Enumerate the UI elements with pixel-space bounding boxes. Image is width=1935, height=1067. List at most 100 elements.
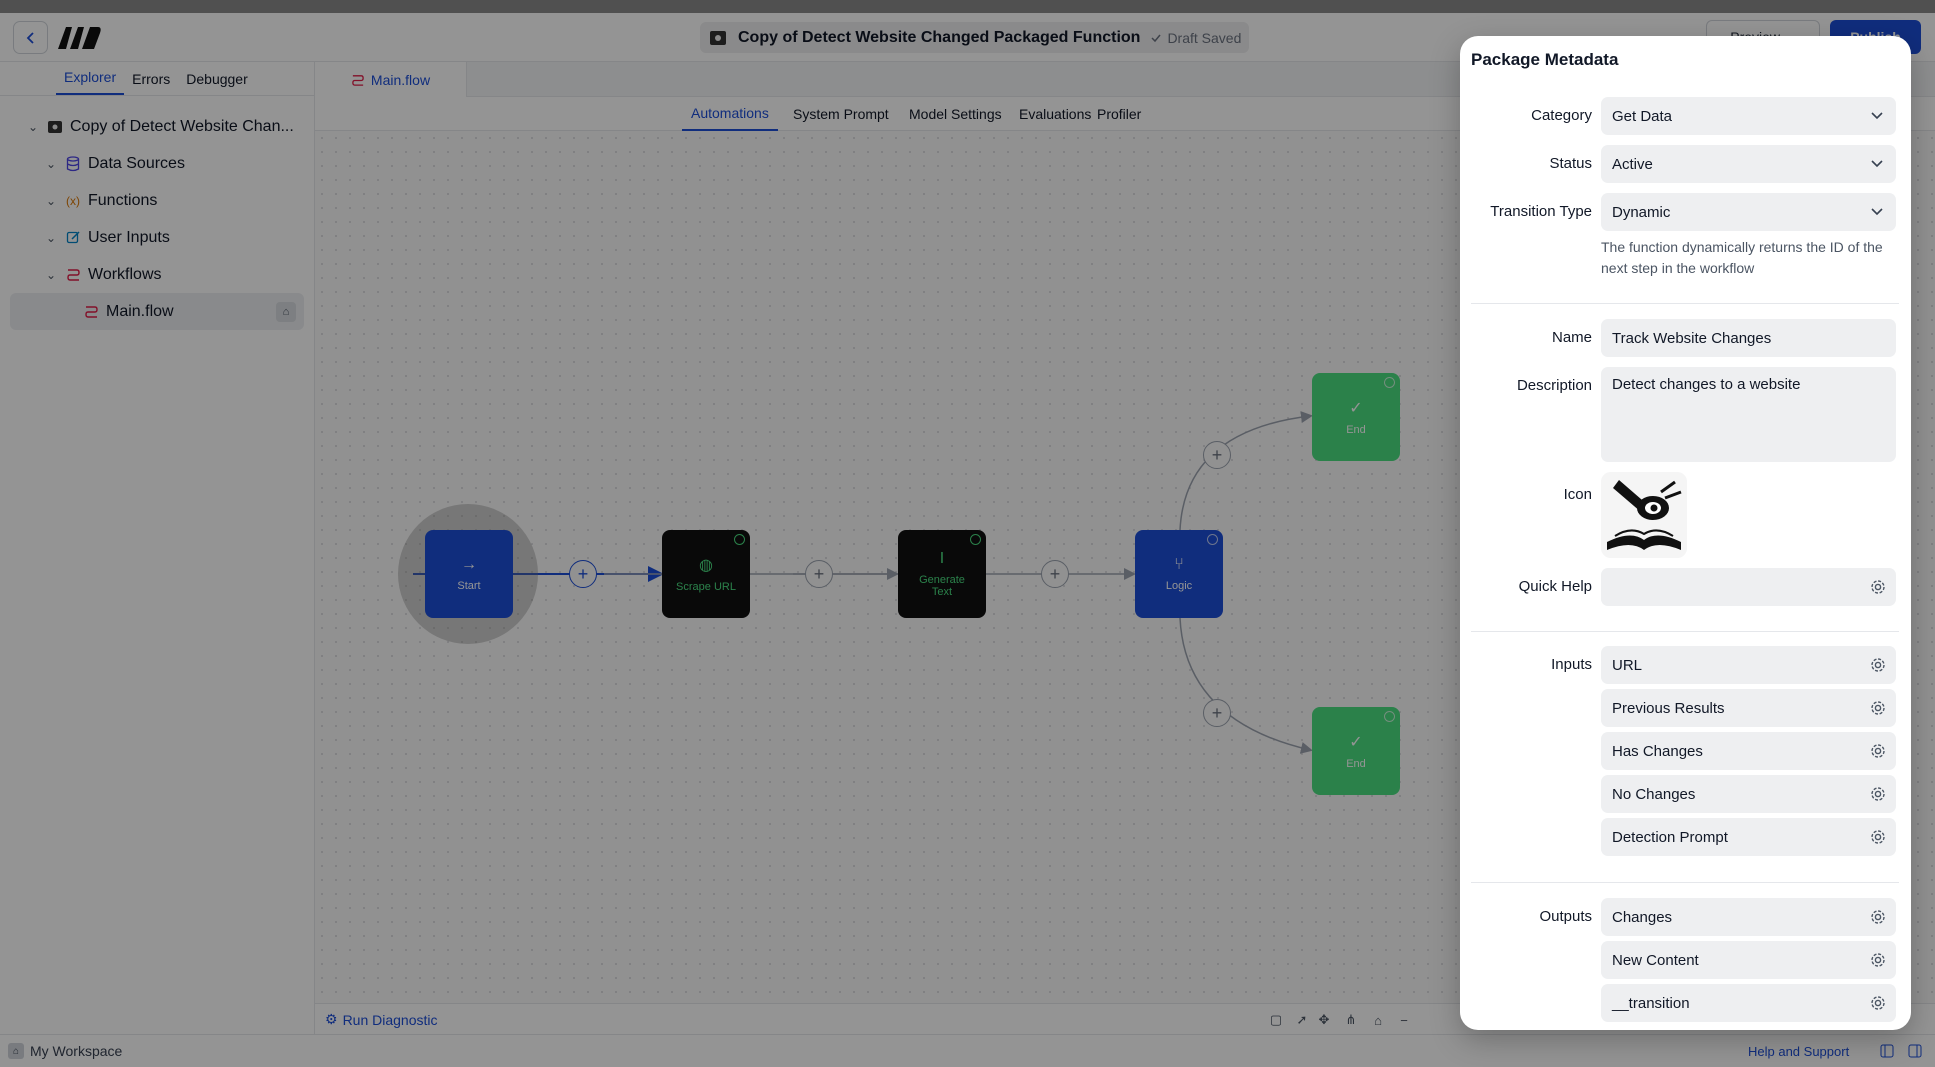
node-status-icon <box>1207 534 1218 545</box>
move-icon[interactable]: ✥ <box>1315 1011 1333 1029</box>
chevron-down-icon[interactable]: ⌄ <box>26 120 40 134</box>
gear-icon: ⚙ <box>325 1011 338 1027</box>
input-item-label: URL <box>1612 656 1643 674</box>
category-value: Get Data <box>1612 107 1673 125</box>
node-logic[interactable]: ⑂ Logic <box>1135 530 1223 618</box>
gear-icon[interactable] <box>1869 994 1887 1012</box>
tab-explorer[interactable]: Explorer <box>56 69 125 95</box>
gear-icon[interactable] <box>1869 578 1887 596</box>
divider <box>1471 631 1899 632</box>
tab-system-prompt[interactable]: System Prompt <box>784 97 898 131</box>
node-end-bottom[interactable]: ✓ End <box>1312 707 1400 795</box>
node-status-icon <box>970 534 981 545</box>
layout-icon[interactable]: ⋔ <box>1342 1011 1360 1029</box>
add-step-button[interactable]: + <box>1203 441 1231 469</box>
chevron-down-icon[interactable]: ⌄ <box>44 157 58 171</box>
gear-icon[interactable] <box>1869 742 1887 760</box>
dialog-title: Package Metadata <box>1471 50 1619 69</box>
output-item[interactable]: Changes <box>1601 898 1896 936</box>
panel-right-icon[interactable] <box>1908 1044 1922 1058</box>
explorer-tabs: Explorer Errors Debugger <box>0 62 314 96</box>
package-icon <box>710 30 726 45</box>
input-item[interactable]: No Changes <box>1601 775 1896 813</box>
add-step-button[interactable]: + <box>1041 560 1069 588</box>
chevron-down-icon[interactable]: ⌄ <box>44 268 58 282</box>
chevron-left-icon <box>26 31 34 44</box>
workspace-label: My Workspace <box>30 1043 123 1059</box>
node-end-top[interactable]: ✓ End <box>1312 373 1400 461</box>
help-link[interactable]: Help and Support <box>1748 1044 1849 1059</box>
document-title-group: Copy of Detect Website Changed Packaged … <box>700 22 1250 53</box>
status-label: Status <box>1549 155 1592 172</box>
add-step-button[interactable]: + <box>1203 699 1231 727</box>
inputs-label: Inputs <box>1551 656 1592 673</box>
gear-icon[interactable] <box>1869 951 1887 969</box>
input-item[interactable]: Detection Prompt <box>1601 818 1896 856</box>
home-icon[interactable]: ⌂ <box>276 301 296 322</box>
tab-profiler[interactable]: Profiler <box>1088 97 1150 131</box>
document-title[interactable]: Copy of Detect Website Changed Packaged … <box>738 29 1140 47</box>
back-button[interactable] <box>13 21 48 54</box>
chevron-down-icon[interactable]: ⌄ <box>44 194 58 208</box>
input-item[interactable]: Previous Results <box>1601 689 1896 727</box>
workflow-icon <box>64 267 82 282</box>
tab-model-settings[interactable]: Model Settings <box>900 97 1011 131</box>
status-select[interactable]: Active <box>1601 145 1896 183</box>
tab-debugger[interactable]: Debugger <box>178 71 256 95</box>
status-bar: ⌂ My Workspace Help and Support <box>0 1034 1935 1067</box>
description-textarea[interactable]: Detect changes to a website <box>1601 367 1896 462</box>
workspace-switcher[interactable]: ⌂ My Workspace <box>8 1043 122 1059</box>
home-icon: ⌂ <box>8 1043 24 1059</box>
zoom-out-icon[interactable]: − <box>1395 1011 1413 1029</box>
transition-type-help: The function dynamically returns the ID … <box>1601 239 1883 276</box>
gear-icon[interactable] <box>1869 908 1887 926</box>
tree-item-root[interactable]: ⌄ Copy of Detect Website Chan... <box>0 108 314 145</box>
transition-type-select[interactable]: Dynamic <box>1601 193 1896 231</box>
node-generate-text[interactable]: I Generate Text <box>898 530 986 618</box>
run-diagnostic-button[interactable]: ⚙ Run Diagnostic <box>325 1011 438 1028</box>
tree-item-functions[interactable]: ⌄ (x) Functions <box>0 182 314 219</box>
chevron-down-icon <box>1871 160 1883 168</box>
tree-item-label: User Inputs <box>88 228 170 246</box>
tab-evaluations[interactable]: Evaluations <box>1010 97 1100 131</box>
input-item-label: Detection Prompt <box>1612 828 1728 846</box>
quick-help-input[interactable] <box>1601 568 1896 606</box>
input-item[interactable]: Has Changes <box>1601 732 1896 770</box>
gear-icon[interactable] <box>1869 699 1887 717</box>
output-item[interactable]: New Content <box>1601 941 1896 979</box>
package-icon-image[interactable] <box>1601 472 1687 558</box>
category-select[interactable]: Get Data <box>1601 97 1896 135</box>
text-cursor-icon: I <box>939 550 945 567</box>
pointer-icon[interactable]: ➚ <box>1293 1011 1311 1029</box>
note-icon[interactable]: ▢ <box>1267 1011 1285 1029</box>
status-value: Active <box>1612 155 1653 173</box>
tree-item-label: Data Sources <box>88 154 185 172</box>
panel-left-icon[interactable] <box>1880 1044 1894 1058</box>
draft-status: Draft Saved <box>1150 30 1241 46</box>
tab-errors[interactable]: Errors <box>124 71 178 95</box>
gear-icon[interactable] <box>1869 785 1887 803</box>
tree-item-label: Workflows <box>88 265 162 283</box>
tab-automations[interactable]: Automations <box>682 97 778 131</box>
tree-item-workflows[interactable]: ⌄ Workflows <box>0 256 314 293</box>
input-item[interactable]: URL <box>1601 646 1896 684</box>
add-step-button[interactable]: + <box>569 560 597 588</box>
tab-main-flow[interactable]: Main.flow <box>315 62 467 97</box>
chevron-down-icon[interactable]: ⌄ <box>44 231 58 245</box>
node-start[interactable]: → Start <box>425 530 513 618</box>
add-step-button[interactable]: + <box>805 560 833 588</box>
tree-item-data-sources[interactable]: ⌄ Data Sources <box>0 145 314 182</box>
home-icon[interactable]: ⌂ <box>1369 1011 1387 1029</box>
output-item[interactable]: __transition <box>1601 984 1896 1022</box>
name-input[interactable]: Track Website Changes <box>1601 319 1896 357</box>
divider <box>1471 882 1899 883</box>
tree-item-user-inputs[interactable]: ⌄ User Inputs <box>0 219 314 256</box>
gear-icon[interactable] <box>1869 828 1887 846</box>
transition-type-label: Transition Type <box>1490 203 1592 220</box>
gear-icon[interactable] <box>1869 656 1887 674</box>
node-label: Start <box>457 580 481 592</box>
workflow-icon <box>352 74 364 86</box>
node-scrape-url[interactable]: ◍ Scrape URL <box>662 530 750 618</box>
input-item-label: Previous Results <box>1612 699 1725 717</box>
tree-item-main-flow[interactable]: Main.flow ⌂ <box>10 293 304 330</box>
